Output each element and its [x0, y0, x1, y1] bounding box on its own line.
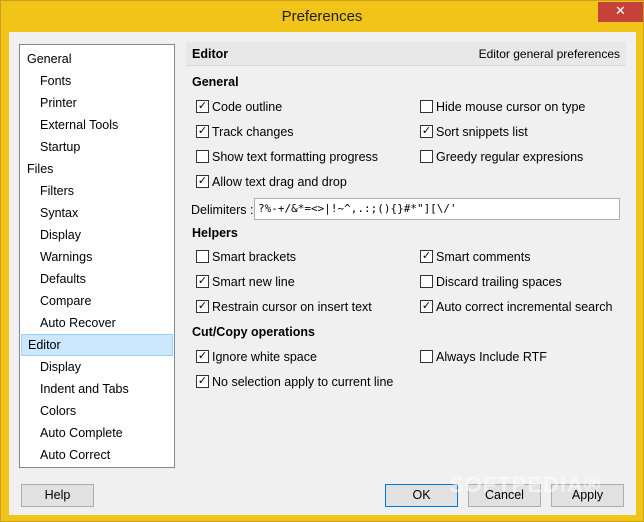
- tree-item-filters[interactable]: Filters: [40, 180, 74, 202]
- checkbox-box[interactable]: [420, 100, 433, 113]
- preferences-window: Preferences ✕ General Fonts Printer Externa…: [0, 0, 644, 522]
- delimiters-label: Delimiters :: [191, 203, 254, 217]
- checkbox-label: Auto correct incremental search: [436, 300, 613, 314]
- panel-title: Editor: [192, 47, 229, 61]
- checkbox-box[interactable]: [420, 150, 433, 163]
- checkbox-box[interactable]: ✓: [196, 175, 209, 188]
- checkbox-label: Ignore white space: [212, 350, 317, 364]
- tree-item-display[interactable]: Display: [40, 224, 81, 246]
- title-bar[interactable]: Preferences ✕: [1, 1, 643, 32]
- close-icon[interactable]: ✕: [598, 2, 643, 22]
- checkbox-box[interactable]: ✓: [196, 300, 209, 313]
- dialog-client: General Fonts Printer External Tools Startup…: [9, 32, 636, 515]
- softpedia-watermark: SOFTPEDIA®: [449, 472, 602, 497]
- tree-item-printer[interactable]: Printer: [40, 92, 77, 114]
- checkbox-label: Code outline: [212, 100, 283, 114]
- checkbox-box[interactable]: [420, 275, 433, 288]
- ok-button[interactable]: OK: [385, 484, 458, 507]
- tree-item-defaults[interactable]: Defaults: [40, 268, 86, 290]
- checkbox-box[interactable]: ✓: [420, 300, 433, 313]
- tree-item-display[interactable]: Display: [40, 356, 81, 378]
- checkbox-label: Sort snippets list: [436, 125, 528, 139]
- checkbox-box[interactable]: ✓: [420, 125, 433, 138]
- category-tree[interactable]: General Fonts Printer External Tools Startup…: [19, 44, 175, 468]
- tree-item-editor[interactable]: Editor: [21, 334, 173, 356]
- panel-header: Editor Editor general preferences: [186, 42, 626, 66]
- checkbox-label: Smart new line: [212, 275, 295, 289]
- tree-item-files[interactable]: Files: [27, 158, 53, 180]
- tree-item-colors[interactable]: Colors: [40, 400, 76, 422]
- tree-item-indent-and-tabs[interactable]: Indent and Tabs: [40, 378, 129, 400]
- section-cutcopy: Cut/Copy operations: [192, 325, 315, 339]
- editor-panel: Editor Editor general preferences Genera…: [186, 42, 626, 472]
- checkbox-box[interactable]: ✓: [420, 250, 433, 263]
- section-general: General: [192, 75, 239, 89]
- checkbox-box[interactable]: ✓: [196, 350, 209, 363]
- tree-item-external-tools[interactable]: External Tools: [40, 114, 118, 136]
- checkbox-box[interactable]: [196, 250, 209, 263]
- help-button[interactable]: Help: [21, 484, 94, 507]
- checkbox-label: Hide mouse cursor on type: [436, 100, 586, 114]
- panel-description: Editor general preferences: [478, 47, 620, 61]
- tree-item-auto-complete[interactable]: Auto Complete: [40, 422, 123, 444]
- tree-item-compare[interactable]: Compare: [40, 290, 91, 312]
- checkbox-label: No selection apply to current line: [212, 375, 394, 389]
- tree-item-general[interactable]: General: [27, 48, 71, 70]
- section-helpers: Helpers: [192, 226, 238, 240]
- tree-item-fonts[interactable]: Fonts: [40, 70, 71, 92]
- checkbox-label: Always Include RTF: [436, 350, 547, 364]
- checkbox-label: Track changes: [212, 125, 294, 139]
- checkbox-label: Smart comments: [436, 250, 531, 264]
- checkbox-box[interactable]: ✓: [196, 100, 209, 113]
- checkbox-label: Show text formatting progress: [212, 150, 379, 164]
- tree-item-startup[interactable]: Startup: [40, 136, 80, 158]
- checkbox-box[interactable]: ✓: [196, 275, 209, 288]
- checkbox-box[interactable]: ✓: [196, 125, 209, 138]
- checkbox-box[interactable]: [196, 150, 209, 163]
- checkbox-label: Allow text drag and drop: [212, 175, 347, 189]
- checkbox-box[interactable]: [420, 350, 433, 363]
- checkbox-label: Smart brackets: [212, 250, 297, 264]
- tree-item-syntax[interactable]: Syntax: [40, 202, 78, 224]
- delimiters-input[interactable]: ?%-+/&*=<>|!~^,.:;(){}#*"][\/': [254, 198, 620, 220]
- tree-item-warnings[interactable]: Warnings: [40, 246, 92, 268]
- tree-item-auto-recover[interactable]: Auto Recover: [40, 312, 116, 334]
- checkbox-label: Restrain cursor on insert text: [212, 300, 372, 314]
- checkbox-label: Greedy regular expresions: [436, 150, 584, 164]
- tree-item-auto-correct[interactable]: Auto Correct: [40, 444, 110, 466]
- checkbox-label: Discard trailing spaces: [436, 275, 562, 289]
- checkbox-box[interactable]: ✓: [196, 375, 209, 388]
- window-title: Preferences: [281, 8, 363, 25]
